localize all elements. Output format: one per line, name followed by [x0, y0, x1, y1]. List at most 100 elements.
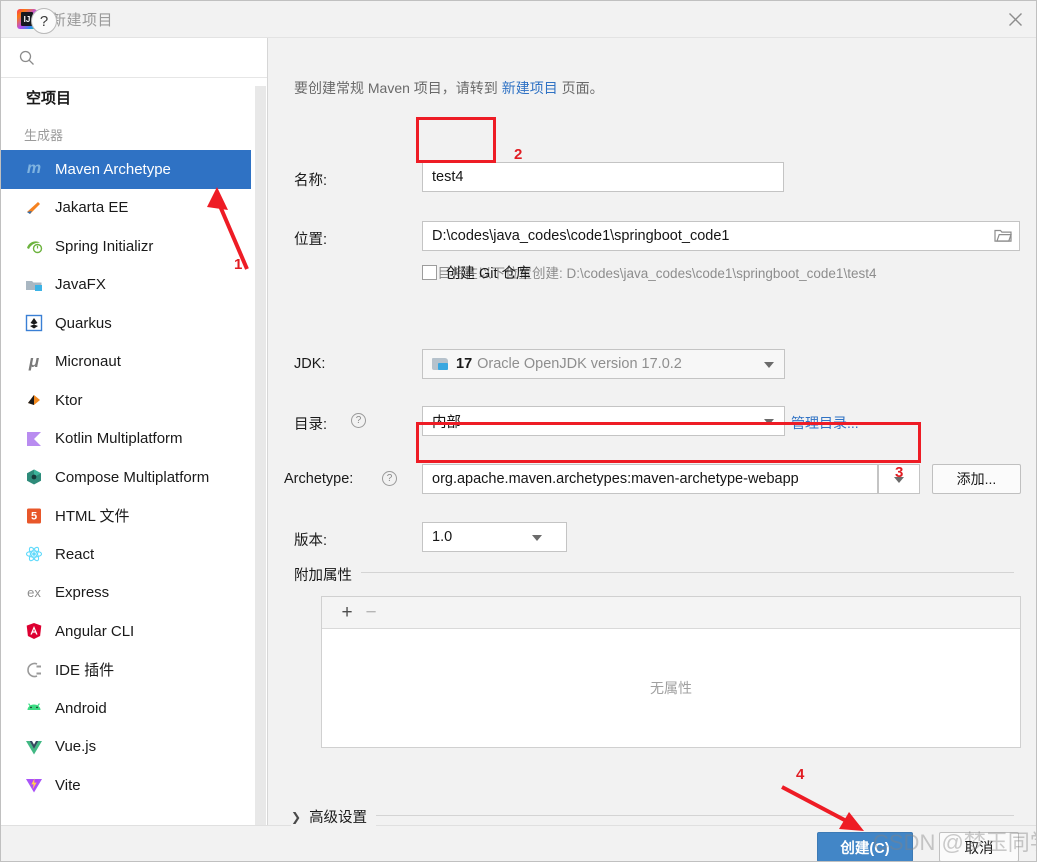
chevron-down-icon: [532, 535, 542, 541]
title-bar: IJ 新建项目: [1, 1, 1036, 38]
catalog-value: 内部: [432, 414, 461, 431]
sidebar-item-label: Vue.js: [55, 738, 97, 756]
archetype-dropdown-button[interactable]: [878, 464, 920, 494]
create-button[interactable]: 创建(C): [817, 832, 913, 861]
create-git-repo-checkbox[interactable]: 创建 Git 仓库: [422, 262, 531, 283]
sidebar-item-empty-project[interactable]: 空项目: [1, 78, 267, 116]
new-project-dialog: IJ 新建项目 空项目 生成器 m Maven Archetype Jakart…: [0, 0, 1037, 862]
properties-legend: 附加属性: [294, 564, 361, 585]
react-icon: [24, 544, 44, 564]
hint-before: 要创建常规 Maven 项目，请转到: [294, 80, 502, 96]
sidebar-item-html-file[interactable]: 5 HTML 文件: [1, 497, 267, 536]
new-project-link[interactable]: 新建项目: [502, 80, 558, 96]
name-label: 名称:: [294, 173, 328, 189]
sidebar-item-label: React: [55, 545, 95, 563]
svg-text:5: 5: [31, 510, 37, 522]
express-icon: ex: [27, 585, 41, 601]
javafx-icon: [24, 275, 44, 295]
app-icon-letters: IJ: [23, 14, 31, 24]
android-icon: [24, 698, 44, 718]
micronaut-icon: μ: [28, 352, 40, 372]
window-title: 新建项目: [51, 11, 114, 29]
folder-browse-icon[interactable]: [994, 228, 1012, 248]
catalog-help-icon[interactable]: ?: [351, 413, 366, 428]
sidebar-item-vuejs[interactable]: Vue.js: [1, 728, 267, 767]
properties-separator: [294, 572, 1014, 573]
version-combobox[interactable]: 1.0: [422, 522, 567, 552]
sidebar-item-label: IDE 插件: [55, 662, 115, 680]
chevron-down-icon: [764, 362, 774, 368]
search-row: [1, 38, 267, 78]
minus-icon: −: [365, 602, 377, 623]
sidebar-item-label: Angular CLI: [55, 622, 135, 640]
name-input-value: test4: [432, 169, 464, 185]
jdk-folder-icon: [432, 356, 450, 372]
advanced-settings-toggle[interactable]: ❯ 高级设置: [291, 806, 377, 827]
html5-icon: 5: [24, 506, 44, 526]
jdk-value: Oracle OpenJDK version 17.0.2: [477, 356, 682, 372]
sidebar-item-label: Android: [55, 699, 107, 717]
ide-plugin-icon: [24, 660, 44, 680]
vite-icon: [24, 775, 44, 795]
sidebar-item-label: Spring Initializr: [55, 237, 154, 255]
kotlin-icon: [24, 429, 44, 449]
sidebar-item-label: Quarkus: [55, 314, 112, 332]
advanced-separator: [294, 815, 1014, 816]
properties-toolbar: + −: [322, 597, 1020, 629]
sidebar-item-android[interactable]: Android: [1, 689, 267, 728]
sidebar-item-maven-archetype[interactable]: m Maven Archetype: [1, 150, 251, 189]
sidebar-scrollbar[interactable]: [255, 86, 266, 826]
sidebar-item-compose-multiplatform[interactable]: Compose Multiplatform: [1, 458, 267, 497]
intellij-idea-icon: IJ: [17, 9, 37, 29]
sidebar-item-javafx[interactable]: JavaFX: [1, 266, 267, 305]
version-label: 版本:: [294, 533, 328, 549]
sidebar-item-ide-plugin[interactable]: IDE 插件: [1, 651, 267, 690]
angular-icon: [24, 621, 44, 641]
cancel-button[interactable]: 取消: [939, 832, 1019, 861]
plus-icon[interactable]: +: [335, 601, 359, 625]
jdk-label: JDK:: [294, 356, 326, 372]
manage-catalogs-link[interactable]: 管理目录...: [791, 413, 859, 433]
sidebar-section-generators: 生成器: [24, 128, 64, 143]
catalog-combobox[interactable]: 内部: [422, 406, 785, 436]
search-icon: [19, 50, 35, 66]
jdk-combobox[interactable]: 17 Oracle OpenJDK version 17.0.2: [422, 349, 785, 379]
location-input-value: D:\codes\java_codes\code1\springboot_cod…: [432, 228, 730, 244]
sidebar-item-angular-cli[interactable]: Angular CLI: [1, 612, 267, 651]
jakarta-ee-icon: [24, 198, 44, 218]
generators-sidebar: 空项目 生成器 m Maven Archetype Jakarta EE Spr…: [1, 38, 268, 825]
quarkus-icon: [24, 313, 44, 333]
ktor-icon: [24, 390, 44, 410]
sidebar-item-react[interactable]: React: [1, 535, 267, 574]
name-input[interactable]: test4: [422, 162, 784, 192]
close-icon[interactable]: [992, 1, 1036, 37]
properties-empty-text: 无属性: [650, 680, 692, 696]
spring-icon: [24, 236, 44, 256]
sidebar-item-label: Express: [55, 584, 110, 602]
location-label: 位置:: [294, 232, 328, 248]
main-form-panel: 要创建常规 Maven 项目，请转到 新建项目 页面。 名称: test4 位置…: [269, 38, 1036, 827]
sidebar-item-label: 空项目: [26, 89, 72, 107]
hint-after: 页面。: [557, 80, 604, 96]
advanced-settings-label: 高级设置: [309, 810, 368, 826]
sidebar-item-express[interactable]: ex Express: [1, 574, 267, 613]
sidebar-item-quarkus[interactable]: Quarkus: [1, 304, 267, 343]
sidebar-item-micronaut[interactable]: μ Micronaut: [1, 343, 267, 382]
sidebar-item-label: JavaFX: [55, 276, 106, 294]
sidebar-item-jakarta-ee[interactable]: Jakarta EE: [1, 189, 267, 228]
sidebar-item-vite[interactable]: Vite: [1, 766, 267, 805]
location-input[interactable]: D:\codes\java_codes\code1\springboot_cod…: [422, 221, 1020, 251]
archetype-help-icon[interactable]: ?: [382, 471, 397, 486]
checkbox-box: [422, 265, 437, 280]
sidebar-item-ktor[interactable]: Ktor: [1, 381, 267, 420]
sidebar-item-spring-initializr[interactable]: Spring Initializr: [1, 227, 267, 266]
sidebar-item-kotlin-multiplatform[interactable]: Kotlin Multiplatform: [1, 420, 267, 459]
archetype-combobox[interactable]: org.apache.maven.archetypes:maven-archet…: [422, 464, 878, 494]
version-value: 1.0: [432, 529, 453, 545]
properties-panel: + − 无属性: [321, 596, 1021, 748]
chevron-right-icon: ❯: [291, 809, 302, 824]
archetype-add-button[interactable]: 添加...: [932, 464, 1021, 494]
sidebar-item-label: Compose Multiplatform: [55, 468, 210, 486]
sidebar-item-label: HTML 文件: [55, 508, 130, 526]
search-input[interactable]: [44, 48, 234, 67]
